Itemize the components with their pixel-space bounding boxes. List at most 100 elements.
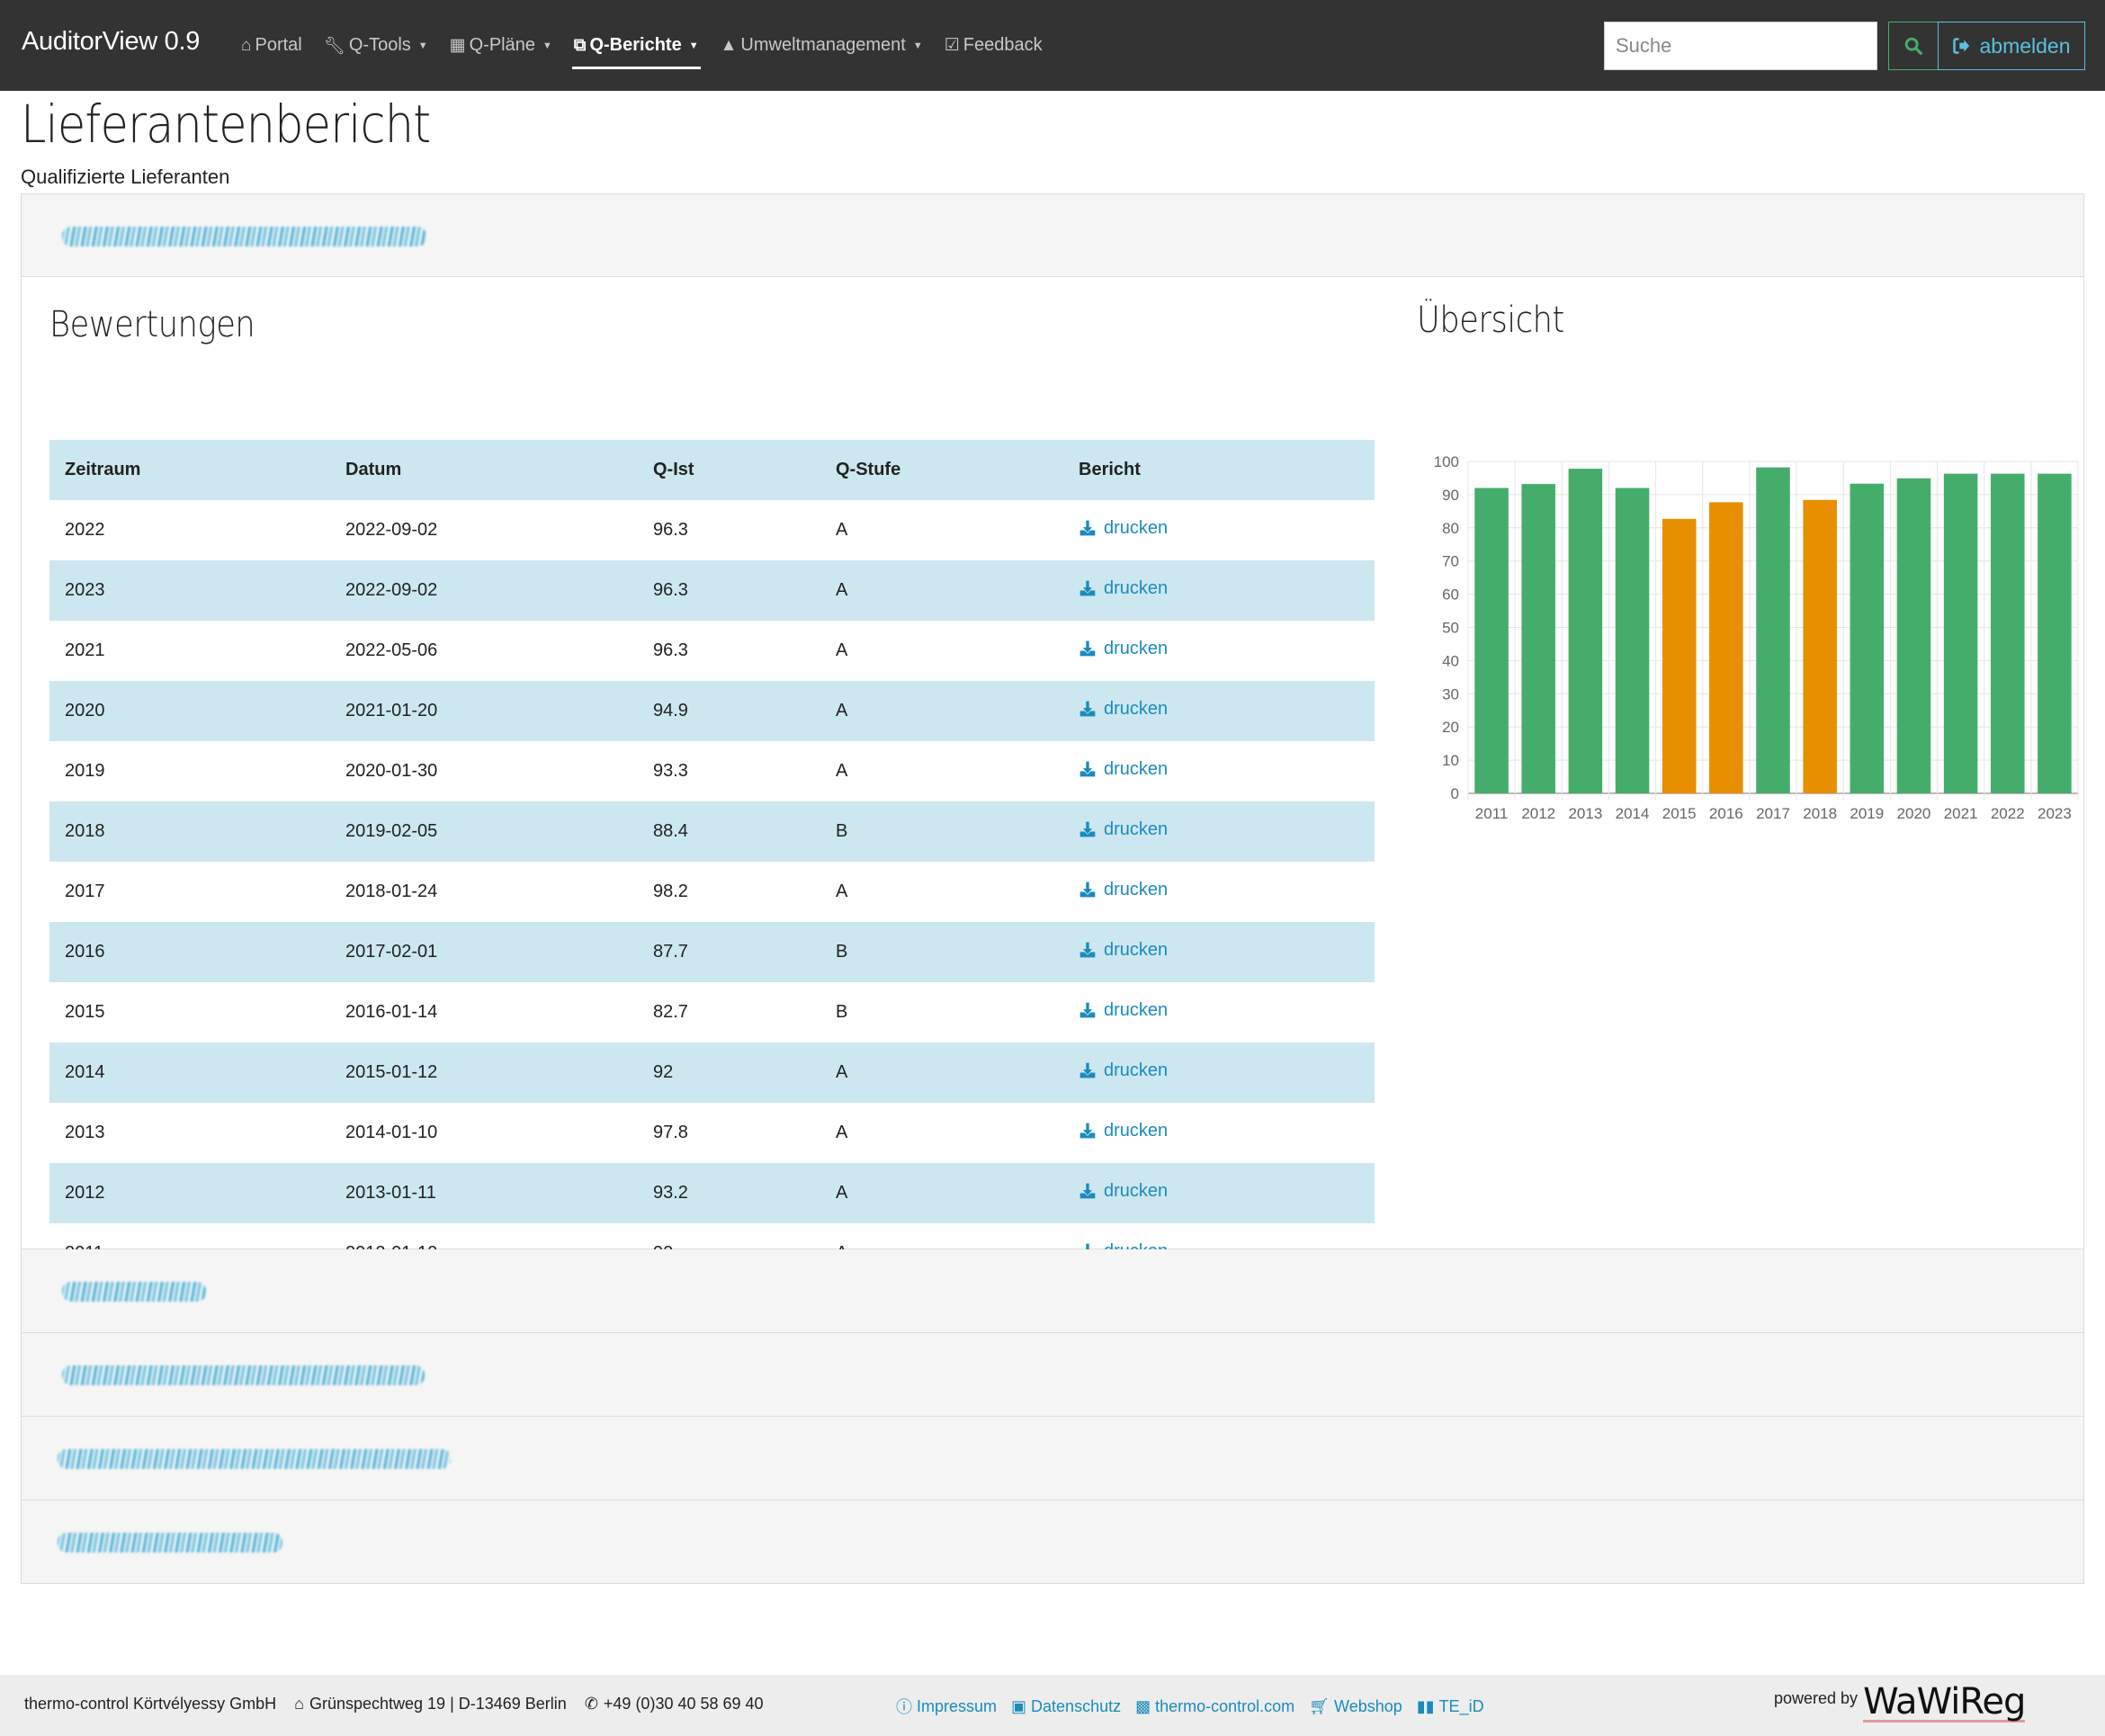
- wawireg-logo[interactable]: WaWiReg: [1863, 1684, 2026, 1723]
- home-icon: ⌂: [294, 1695, 304, 1713]
- column-header-q-stufe[interactable]: Q-Stufe: [820, 440, 1063, 500]
- panel-heading[interactable]: [22, 1249, 2083, 1332]
- print-report-link[interactable]: drucken: [1079, 518, 1168, 539]
- cell-zeitraum: 2021: [65, 640, 105, 660]
- print-report-link[interactable]: drucken: [1079, 759, 1168, 780]
- footer-link-website[interactable]: ▩ thermo-control.com: [1135, 1695, 1294, 1718]
- print-report-link[interactable]: drucken: [1079, 819, 1168, 840]
- cell-datum: 2019-02-05: [330, 801, 638, 862]
- bar-2022: [1990, 473, 2025, 793]
- print-label: drucken: [1104, 1060, 1169, 1080]
- cell-datum: 2017-02-01: [330, 922, 638, 982]
- y-tick-label: 60: [1442, 586, 1459, 604]
- files-icon: ⧉: [573, 35, 587, 55]
- y-tick-label: 50: [1442, 620, 1459, 637]
- cell-q-ist: 96.3: [638, 560, 820, 621]
- brand[interactable]: AuditorView 0.9: [22, 27, 200, 57]
- nav-item-q-plaene[interactable]: ▦ Q-Pläne ▼: [439, 0, 563, 91]
- y-tick-label: 0: [1451, 785, 1459, 802]
- bar-2019: [1850, 483, 1885, 793]
- print-report-link[interactable]: drucken: [1079, 1000, 1168, 1021]
- powered-by-label: powered by: [1774, 1689, 1859, 1707]
- y-tick-label: 90: [1442, 487, 1459, 504]
- navbar: AuditorView 0.9 ⌂ Portal 🔧︎ Q-Tools ▼ ▦ …: [0, 0, 2105, 91]
- column-header-q-ist[interactable]: Q-Ist: [638, 440, 820, 500]
- print-report-link[interactable]: drucken: [1079, 940, 1168, 961]
- cell-datum: 2018-01-24: [345, 881, 438, 901]
- table-row: 2016 2017-02-01 87.7 Bdrucken: [49, 922, 1375, 982]
- footer-link-datenschutz[interactable]: ▣ Datenschutz: [1011, 1695, 1121, 1718]
- footer-phone: ✆ +49 (0)30 40 58 69 40: [585, 1695, 764, 1714]
- print-report-link[interactable]: drucken: [1079, 1060, 1168, 1081]
- y-tick-label: 100: [1434, 453, 1459, 470]
- print-report-link[interactable]: drucken: [1079, 880, 1168, 900]
- print-report-link[interactable]: drucken: [1079, 1121, 1168, 1141]
- table-row: 2013 2014-01-10 97.8 Adrucken: [49, 1103, 1375, 1163]
- x-tick-label: 2017: [1756, 805, 1790, 822]
- phone-icon: ✆: [584, 1695, 598, 1713]
- print-label: drucken: [1104, 758, 1169, 779]
- table-row: 2015 2016-01-14 82.7 Bdrucken: [49, 982, 1375, 1042]
- x-tick-label: 2021: [1944, 805, 1978, 822]
- cell-q-ist: 98.2: [653, 881, 688, 901]
- cell-q-stufe: A: [820, 681, 1063, 741]
- search-button[interactable]: [1888, 22, 1939, 70]
- cell-q-stufe: A: [820, 1163, 1063, 1223]
- footer-contact: thermo-control Körtvélyessy GmbH ⌂ Grüns…: [24, 1695, 764, 1714]
- nav-item-portal[interactable]: ⌂ Portal: [230, 0, 313, 91]
- cell-datum: 2014-01-10: [345, 1123, 438, 1142]
- logout-button[interactable]: abmelden: [1938, 22, 2085, 70]
- print-report-link[interactable]: drucken: [1079, 578, 1168, 599]
- table-row: 2022 2022-09-02 96.3 Adrucken: [49, 500, 1375, 560]
- nav-label: Feedback: [963, 35, 1043, 55]
- footer-link-webshop[interactable]: 🛒︎ Webshop: [1309, 1695, 1402, 1718]
- supplier-panel-collapsed: [21, 1332, 2084, 1416]
- y-tick-label: 70: [1442, 553, 1459, 570]
- cell-zeitraum: 2020: [49, 681, 330, 741]
- bar-2020: [1896, 478, 1931, 793]
- print-label: drucken: [1104, 1120, 1169, 1141]
- print-label: drucken: [1104, 939, 1169, 960]
- footer-link-impressum[interactable]: ⓘ Impressum: [896, 1695, 997, 1718]
- column-header-bericht[interactable]: Bericht: [1063, 440, 1375, 500]
- print-report-link[interactable]: drucken: [1079, 639, 1168, 659]
- nav-label: Q-Pläne: [469, 35, 535, 55]
- nav-item-q-berichte[interactable]: ⧉ Q-Berichte ▼: [563, 0, 710, 91]
- cell-datum: 2022-09-02: [330, 560, 638, 621]
- x-tick-label: 2018: [1803, 805, 1837, 822]
- supplier-panel-collapsed: [21, 1499, 2084, 1584]
- bar-2016: [1709, 502, 1743, 793]
- home-icon: ⌂: [241, 35, 252, 55]
- footer-link-te-id[interactable]: ▮▮ TE_iD: [1417, 1695, 1484, 1718]
- panel-heading[interactable]: [22, 194, 2083, 277]
- print-label: drucken: [1104, 638, 1169, 658]
- panel-heading[interactable]: [22, 1333, 2083, 1416]
- cell-q-stufe: B: [820, 801, 1063, 862]
- print-report-link[interactable]: drucken: [1079, 1181, 1168, 1202]
- cell-zeitraum: 2015: [65, 1002, 105, 1022]
- nav-item-feedback[interactable]: ☑ Feedback: [934, 0, 1053, 91]
- download-icon: [1079, 701, 1096, 717]
- panel-heading[interactable]: [22, 1500, 2083, 1583]
- print-report-link[interactable]: drucken: [1079, 699, 1168, 720]
- panel-heading[interactable]: [22, 1417, 2083, 1499]
- download-icon: [1079, 640, 1096, 657]
- nav-label: Q-Tools: [348, 35, 411, 55]
- search-input[interactable]: [1604, 22, 1877, 70]
- column-header-datum[interactable]: Datum: [330, 440, 638, 500]
- print-label: drucken: [1104, 698, 1169, 719]
- nav-item-q-tools[interactable]: 🔧︎ Q-Tools ▼: [313, 0, 439, 91]
- bar-2018: [1803, 499, 1837, 793]
- footer-links: ⓘ Impressum ▣ Datenschutz ▩ thermo-control.…: [896, 1695, 1484, 1718]
- download-icon: [1079, 1123, 1096, 1139]
- tree-icon: ▲: [720, 35, 738, 55]
- cell-zeitraum: 2013: [65, 1123, 105, 1142]
- table-row: 2018 2019-02-05 88.4 Bdrucken: [49, 801, 1375, 862]
- cell-q-ist: 97.8: [653, 1123, 688, 1142]
- cell-zeitraum: 2016: [49, 922, 330, 982]
- link-label: Webshop: [1334, 1696, 1402, 1715]
- print-label: drucken: [1104, 819, 1169, 839]
- nav-item-umweltmanagement[interactable]: ▲ Umweltmanagement ▼: [710, 0, 934, 91]
- column-header-zeitraum[interactable]: Zeitraum: [49, 440, 330, 500]
- caret-down-icon: ▼: [688, 40, 699, 51]
